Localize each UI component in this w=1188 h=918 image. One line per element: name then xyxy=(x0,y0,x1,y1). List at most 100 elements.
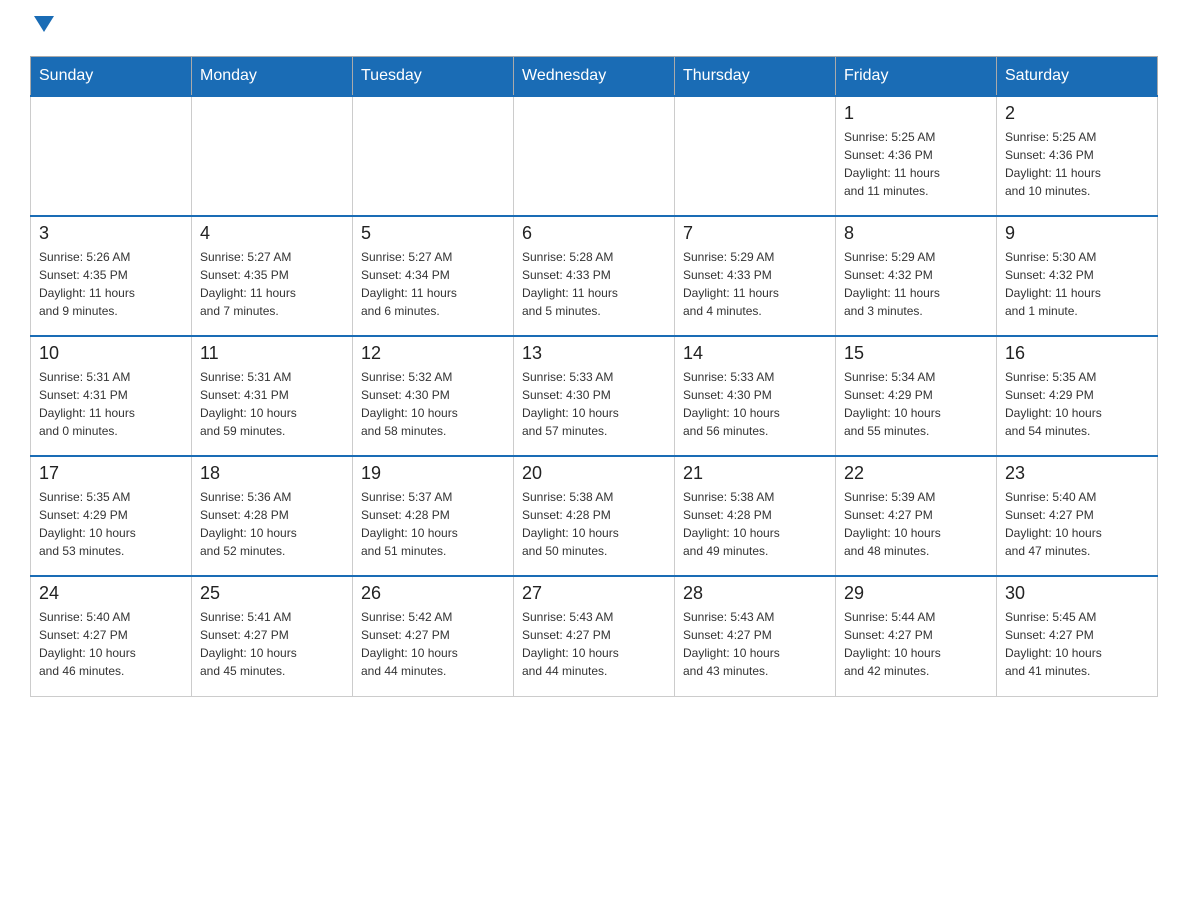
day-number: 2 xyxy=(1005,103,1149,124)
day-number: 26 xyxy=(361,583,505,604)
day-number: 15 xyxy=(844,343,988,364)
day-number: 19 xyxy=(361,463,505,484)
day-info: Sunrise: 5:27 AMSunset: 4:34 PMDaylight:… xyxy=(361,248,505,320)
calendar-cell: 23 Sunrise: 5:40 AMSunset: 4:27 PMDayligh… xyxy=(997,456,1158,576)
calendar-cell: 13 Sunrise: 5:33 AMSunset: 4:30 PMDayligh… xyxy=(514,336,675,456)
calendar-week-row: 1 Sunrise: 5:25 AMSunset: 4:36 PMDaylight… xyxy=(31,96,1158,216)
calendar-cell: 26 Sunrise: 5:42 AMSunset: 4:27 PMDayligh… xyxy=(353,576,514,696)
day-of-week-header: Sunday xyxy=(31,57,192,97)
day-info: Sunrise: 5:31 AMSunset: 4:31 PMDaylight:… xyxy=(39,368,183,440)
day-info: Sunrise: 5:36 AMSunset: 4:28 PMDaylight:… xyxy=(200,488,344,560)
day-of-week-header: Saturday xyxy=(997,57,1158,97)
calendar-cell: 17 Sunrise: 5:35 AMSunset: 4:29 PMDayligh… xyxy=(31,456,192,576)
day-info: Sunrise: 5:44 AMSunset: 4:27 PMDaylight:… xyxy=(844,608,988,680)
logo-triangle-icon xyxy=(34,16,54,32)
day-info: Sunrise: 5:25 AMSunset: 4:36 PMDaylight:… xyxy=(844,128,988,200)
calendar-cell: 18 Sunrise: 5:36 AMSunset: 4:28 PMDayligh… xyxy=(192,456,353,576)
calendar-cell: 14 Sunrise: 5:33 AMSunset: 4:30 PMDayligh… xyxy=(675,336,836,456)
day-info: Sunrise: 5:38 AMSunset: 4:28 PMDaylight:… xyxy=(683,488,827,560)
day-number: 24 xyxy=(39,583,183,604)
day-number: 9 xyxy=(1005,223,1149,244)
calendar-cell: 4 Sunrise: 5:27 AMSunset: 4:35 PMDaylight… xyxy=(192,216,353,336)
calendar-week-row: 24 Sunrise: 5:40 AMSunset: 4:27 PMDayligh… xyxy=(31,576,1158,696)
calendar-cell: 6Sunrise: 5:28 AMSunset: 4:33 PMDaylight… xyxy=(514,216,675,336)
calendar-cell: 1 Sunrise: 5:25 AMSunset: 4:36 PMDaylight… xyxy=(836,96,997,216)
calendar-cell: 9 Sunrise: 5:30 AMSunset: 4:32 PMDaylight… xyxy=(997,216,1158,336)
day-info: Sunrise: 5:37 AMSunset: 4:28 PMDaylight:… xyxy=(361,488,505,560)
calendar-cell xyxy=(353,96,514,216)
calendar-cell xyxy=(675,96,836,216)
day-info: Sunrise: 5:33 AMSunset: 4:30 PMDaylight:… xyxy=(522,368,666,440)
day-info: Sunrise: 5:34 AMSunset: 4:29 PMDaylight:… xyxy=(844,368,988,440)
day-of-week-header: Friday xyxy=(836,57,997,97)
day-of-week-header: Tuesday xyxy=(353,57,514,97)
day-info: Sunrise: 5:38 AMSunset: 4:28 PMDaylight:… xyxy=(522,488,666,560)
calendar-cell: 28 Sunrise: 5:43 AMSunset: 4:27 PMDayligh… xyxy=(675,576,836,696)
day-info: Sunrise: 5:42 AMSunset: 4:27 PMDaylight:… xyxy=(361,608,505,680)
calendar-cell: 19 Sunrise: 5:37 AMSunset: 4:28 PMDayligh… xyxy=(353,456,514,576)
day-number: 7 xyxy=(683,223,827,244)
day-info: Sunrise: 5:39 AMSunset: 4:27 PMDaylight:… xyxy=(844,488,988,560)
day-info: Sunrise: 5:31 AMSunset: 4:31 PMDaylight:… xyxy=(200,368,344,440)
calendar-header-row: SundayMondayTuesdayWednesdayThursdayFrid… xyxy=(31,57,1158,97)
day-info: Sunrise: 5:27 AMSunset: 4:35 PMDaylight:… xyxy=(200,248,344,320)
calendar-cell: 8 Sunrise: 5:29 AMSunset: 4:32 PMDaylight… xyxy=(836,216,997,336)
day-info: Sunrise: 5:29 AMSunset: 4:33 PMDaylight:… xyxy=(683,248,827,320)
day-info: Sunrise: 5:35 AMSunset: 4:29 PMDaylight:… xyxy=(1005,368,1149,440)
calendar-cell xyxy=(192,96,353,216)
day-info: Sunrise: 5:43 AMSunset: 4:27 PMDaylight:… xyxy=(522,608,666,680)
calendar-week-row: 17 Sunrise: 5:35 AMSunset: 4:29 PMDayligh… xyxy=(31,456,1158,576)
day-number: 17 xyxy=(39,463,183,484)
day-of-week-header: Thursday xyxy=(675,57,836,97)
day-info: Sunrise: 5:40 AMSunset: 4:27 PMDaylight:… xyxy=(1005,488,1149,560)
day-number: 30 xyxy=(1005,583,1149,604)
calendar-table: SundayMondayTuesdayWednesdayThursdayFrid… xyxy=(30,56,1158,697)
calendar-cell: 3 Sunrise: 5:26 AMSunset: 4:35 PMDaylight… xyxy=(31,216,192,336)
day-info: Sunrise: 5:33 AMSunset: 4:30 PMDaylight:… xyxy=(683,368,827,440)
day-info: Sunrise: 5:40 AMSunset: 4:27 PMDaylight:… xyxy=(39,608,183,680)
calendar-week-row: 3 Sunrise: 5:26 AMSunset: 4:35 PMDaylight… xyxy=(31,216,1158,336)
day-of-week-header: Monday xyxy=(192,57,353,97)
day-number: 14 xyxy=(683,343,827,364)
calendar-cell: 12 Sunrise: 5:32 AMSunset: 4:30 PMDayligh… xyxy=(353,336,514,456)
day-info: Sunrise: 5:26 AMSunset: 4:35 PMDaylight:… xyxy=(39,248,183,320)
calendar-cell: 7 Sunrise: 5:29 AMSunset: 4:33 PMDaylight… xyxy=(675,216,836,336)
day-number: 4 xyxy=(200,223,344,244)
calendar-week-row: 10 Sunrise: 5:31 AMSunset: 4:31 PMDayligh… xyxy=(31,336,1158,456)
day-number: 11 xyxy=(200,343,344,364)
calendar-cell: 24 Sunrise: 5:40 AMSunset: 4:27 PMDayligh… xyxy=(31,576,192,696)
day-number: 10 xyxy=(39,343,183,364)
calendar-cell: 30 Sunrise: 5:45 AMSunset: 4:27 PMDayligh… xyxy=(997,576,1158,696)
day-number: 25 xyxy=(200,583,344,604)
day-number: 21 xyxy=(683,463,827,484)
calendar-cell: 20 Sunrise: 5:38 AMSunset: 4:28 PMDayligh… xyxy=(514,456,675,576)
calendar-cell: 25 Sunrise: 5:41 AMSunset: 4:27 PMDayligh… xyxy=(192,576,353,696)
day-number: 8 xyxy=(844,223,988,244)
calendar-cell: 11 Sunrise: 5:31 AMSunset: 4:31 PMDayligh… xyxy=(192,336,353,456)
day-number: 18 xyxy=(200,463,344,484)
day-info: Sunrise: 5:45 AMSunset: 4:27 PMDaylight:… xyxy=(1005,608,1149,680)
day-info: Sunrise: 5:32 AMSunset: 4:30 PMDaylight:… xyxy=(361,368,505,440)
day-number: 3 xyxy=(39,223,183,244)
day-info: Sunrise: 5:30 AMSunset: 4:32 PMDaylight:… xyxy=(1005,248,1149,320)
day-number: 6 xyxy=(522,223,666,244)
calendar-cell: 15 Sunrise: 5:34 AMSunset: 4:29 PMDayligh… xyxy=(836,336,997,456)
day-number: 23 xyxy=(1005,463,1149,484)
calendar-cell: 27Sunrise: 5:43 AMSunset: 4:27 PMDayligh… xyxy=(514,576,675,696)
calendar-cell: 22Sunrise: 5:39 AMSunset: 4:27 PMDayligh… xyxy=(836,456,997,576)
day-info: Sunrise: 5:43 AMSunset: 4:27 PMDaylight:… xyxy=(683,608,827,680)
calendar-cell: 10 Sunrise: 5:31 AMSunset: 4:31 PMDayligh… xyxy=(31,336,192,456)
calendar-cell: 2 Sunrise: 5:25 AMSunset: 4:36 PMDaylight… xyxy=(997,96,1158,216)
day-info: Sunrise: 5:29 AMSunset: 4:32 PMDaylight:… xyxy=(844,248,988,320)
calendar-cell xyxy=(31,96,192,216)
day-number: 12 xyxy=(361,343,505,364)
day-number: 1 xyxy=(844,103,988,124)
day-info: Sunrise: 5:41 AMSunset: 4:27 PMDaylight:… xyxy=(200,608,344,680)
day-number: 28 xyxy=(683,583,827,604)
day-info: Sunrise: 5:35 AMSunset: 4:29 PMDaylight:… xyxy=(39,488,183,560)
day-number: 29 xyxy=(844,583,988,604)
day-number: 13 xyxy=(522,343,666,364)
calendar-cell xyxy=(514,96,675,216)
day-info: Sunrise: 5:25 AMSunset: 4:36 PMDaylight:… xyxy=(1005,128,1149,200)
day-number: 20 xyxy=(522,463,666,484)
